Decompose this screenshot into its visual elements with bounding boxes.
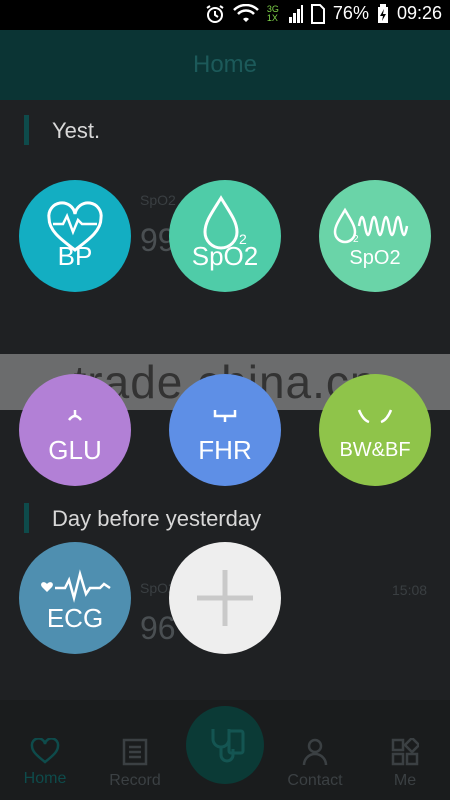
nav-me[interactable]: Me [360, 738, 450, 790]
add-device-button[interactable] [169, 542, 281, 654]
glucose-icon [68, 410, 82, 421]
app-header: Home [0, 30, 450, 100]
grid-apps-icon [391, 738, 419, 766]
page-title: Home [192, 51, 258, 78]
alarm-icon [206, 4, 224, 23]
svg-text:2: 2 [353, 234, 359, 245]
status-time: 09:26 [396, 3, 442, 23]
card-value: 96 [140, 610, 176, 646]
nav-contact[interactable]: Contact [270, 738, 360, 790]
status-bar: 3G 1X 76% 09:26 [0, 0, 450, 30]
spo2-wave-button[interactable]: 2 SpO2 [319, 180, 431, 292]
nav-label: Record [109, 772, 161, 789]
plus-icon [197, 570, 253, 626]
nav-label: Home [23, 770, 67, 787]
section-title: Day before yesterday [52, 506, 262, 531]
glu-button[interactable]: GLU [19, 374, 131, 486]
nav-record[interactable]: Record [90, 738, 180, 790]
battery-charging-icon [377, 3, 388, 23]
nav-home[interactable]: Home [0, 738, 90, 788]
nav-label: Contact [287, 772, 343, 789]
signal-icon [288, 4, 303, 23]
heart-icon [30, 738, 60, 764]
card-time: 15:08 [392, 582, 428, 598]
sim-icon [310, 3, 325, 24]
network-type: 3G 1X [266, 3, 279, 23]
feet-icon [357, 409, 393, 424]
nav-label: Me [393, 772, 417, 789]
spo2-button[interactable]: 2 SpO2 [169, 180, 281, 292]
drop-wave-icon: 2 [333, 207, 409, 245]
bw-bf-button[interactable]: BW&BF [319, 374, 431, 486]
section-title: Yest. [52, 118, 101, 143]
bp-button[interactable]: BP [19, 180, 131, 292]
fhr-button[interactable]: FHR [169, 374, 281, 486]
record-list-icon [122, 738, 148, 766]
person-icon [302, 738, 328, 766]
fetal-monitor-icon [213, 410, 237, 422]
drop-o2-icon: 2 [203, 195, 247, 250]
wifi-icon [233, 3, 259, 22]
ecg-button[interactable]: ECG [19, 542, 131, 654]
heart-pulse-icon [47, 201, 103, 252]
section-marker [24, 503, 29, 533]
section-marker [24, 115, 29, 145]
ecg-icon [41, 569, 111, 603]
stethoscope-icon [211, 729, 245, 763]
battery-percent: 76% [332, 3, 369, 23]
svg-text:2: 2 [239, 231, 247, 247]
nav-device-button[interactable] [186, 706, 264, 784]
